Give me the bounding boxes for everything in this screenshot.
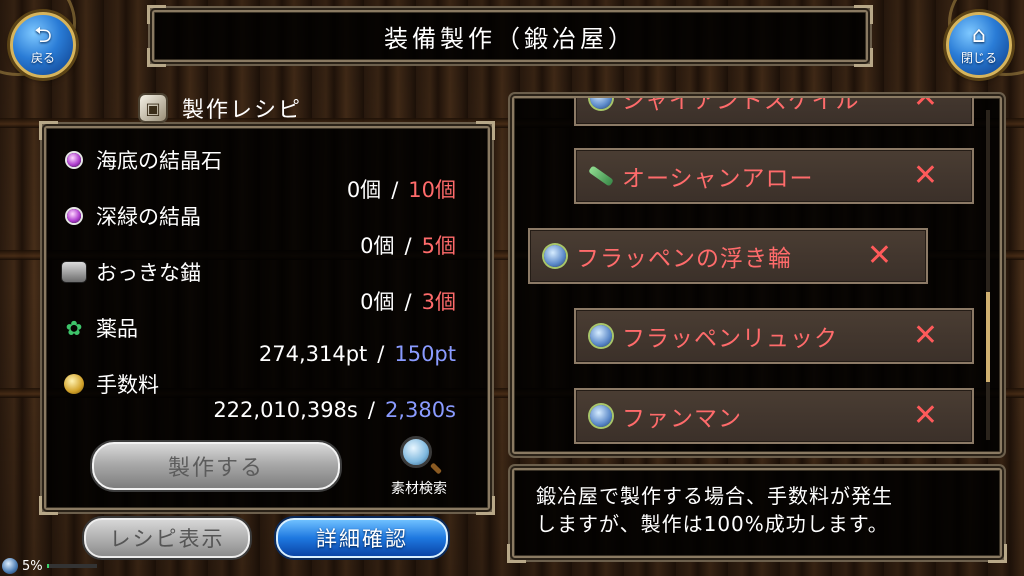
material-row: ✿ 薬品 274,314pt / 150pt [62,312,476,368]
count-separator: / [404,290,412,314]
unavailable-mark-icon: ✕ [912,318,938,353]
detail-check-button[interactable]: 詳細確認 [276,518,448,558]
back-button-label: 戻る [30,50,55,65]
list-scroll-thumb[interactable] [986,292,990,382]
close-button[interactable]: ⌂ 閉じる [946,12,1012,78]
list-item-name: ジャイアントスケイル [622,96,860,114]
owned-count: 0個 [346,178,382,202]
count-separator: / [377,342,385,366]
material-name: おっきな錨 [62,256,201,288]
owned-count: 0個 [360,234,395,258]
unavailable-mark-icon: ✕ [912,398,938,433]
count-separator: / [367,398,375,422]
gauge-icon [2,558,18,574]
message-panel: 鍛冶屋で製作する場合、手数料が発生 しますが、製作は100%成功します。 [507,468,1007,563]
float-ring-icon [588,98,614,111]
list-item-name: オーシャンアロー [622,166,814,192]
list-item[interactable]: フラッペンリュック ✕ [574,308,974,364]
message-line: 鍛冶屋で製作する場合、手数料が発生 [536,484,893,508]
float-ring-icon [542,243,568,269]
page-title: 装備製作（鍛冶屋） [384,24,636,53]
list-item-name: フラッペンの浮き輪 [576,246,792,272]
float-ring-icon [588,323,614,349]
recipe-title: 製作レシピ [182,98,303,123]
required-count: 150pt [394,342,456,366]
material-search-button[interactable]: 素材検索 [364,436,474,498]
recipe-view-button[interactable]: レシピ表示 [84,518,250,558]
material-row: おっきな錨 0個 / 3個 [62,256,476,314]
message-line: しますが、製作は100%成功します。 [536,512,889,536]
box-icon: ▣ [140,95,166,121]
frame-corner [988,98,1000,110]
recipe-panel: 海底の結晶石 0個 / 10個 深緑の結晶 0個 / 5個 おっきな錨 0個 / 3個 ✿ … [39,121,495,515]
frame-corner [507,544,526,563]
list-item[interactable]: ファンマン ✕ [574,388,974,444]
frame-corner [988,544,1007,563]
gauge-fill [46,564,50,568]
frame-corner [39,496,58,515]
gauge-bar [46,564,97,568]
material-search-label: 素材検索 [391,481,447,497]
required-count: 2,380s [384,398,456,422]
list-item[interactable]: オーシャンアロー ✕ [574,148,974,204]
herb-icon: ✿ [65,316,83,340]
magnifier-icon [400,436,432,468]
required-count: 10個 [408,178,456,202]
gauge-percent: 5% [22,558,43,574]
required-count: 5個 [421,234,456,258]
coin-icon [62,372,86,396]
list-scrollbar[interactable] [986,110,990,440]
unavailable-mark-icon: ✕ [912,96,938,115]
material-row: 海底の結晶石 0個 / 10個 [62,144,476,202]
unavailable-mark-icon: ✕ [912,158,938,193]
count-separator: / [391,178,399,202]
close-button-label: 閉じる [960,50,997,65]
item-list-panel: ジャイアントスケイル ✕ オーシャンアロー ✕ フラッペンの浮き輪 ✕ フラッペ… [512,96,1002,454]
list-item-name: ファンマン [622,406,742,432]
frame-corner [147,5,166,24]
owned-count: 274,314pt [258,342,368,366]
material-label: 薬品 [96,317,138,341]
float-ring-icon [588,403,614,429]
status-gauge: 5% [0,556,97,576]
crystal-orb-icon [62,204,86,228]
material-name: 手数料 [62,368,159,400]
material-count: 274,314pt / 150pt [259,342,456,366]
count-separator: / [404,234,412,258]
material-name: 深緑の結晶 [62,200,201,232]
frame-corner [476,496,495,515]
material-count: 222,010,398s / 2,380s [213,398,456,422]
frame-corner [854,48,873,67]
message-text: 鍛冶屋で製作する場合、手数料が発生 しますが、製作は100%成功します。 [536,482,986,538]
material-name: ✿ 薬品 [62,312,138,344]
frame-corner [514,98,526,110]
frame-corner [147,48,166,67]
owned-count: 222,010,398s [213,398,358,422]
material-label: おっきな錨 [96,261,201,285]
list-item-selected[interactable]: フラッペンの浮き輪 ✕ [528,228,928,284]
frame-corner [39,121,58,140]
material-name: 海底の結晶石 [62,144,222,176]
material-row: 手数料 222,010,398s / 2,380s [62,368,476,424]
back-arrow-icon: ⮌ [34,22,52,48]
home-icon: ⌂ [972,22,986,48]
material-label: 深緑の結晶 [96,205,201,229]
list-item-name: フラッペンリュック [622,326,838,352]
crystal-orb-icon [62,148,86,172]
material-label: 手数料 [96,373,159,397]
list-item[interactable]: ジャイアントスケイル ✕ [574,96,974,126]
title-bar: 装備製作（鍛冶屋） [147,5,873,67]
recipe-header: ▣ 製作レシピ [140,88,440,128]
anchor-icon [62,260,86,284]
required-count: 3個 [421,290,456,314]
back-button[interactable]: ⮌ 戻る [10,12,76,78]
unavailable-mark-icon: ✕ [866,238,892,273]
frame-corner [476,121,495,140]
owned-count: 0個 [360,290,395,314]
frame-corner [854,5,873,24]
material-label: 海底の結晶石 [96,149,222,173]
craft-button[interactable]: 製作する [92,442,340,490]
arrow-icon [588,163,614,189]
material-row: 深緑の結晶 0個 / 5個 [62,200,476,258]
